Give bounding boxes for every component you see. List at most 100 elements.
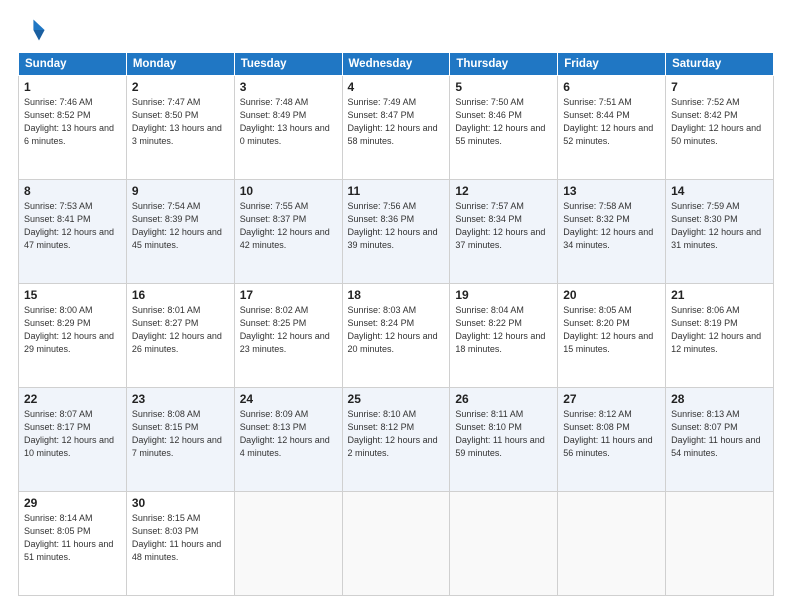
day-cell: 8 Sunrise: 7:53 AMSunset: 8:41 PMDayligh… (19, 180, 127, 284)
day-number: 2 (132, 80, 229, 94)
day-info: Sunrise: 7:55 AMSunset: 8:37 PMDaylight:… (240, 200, 337, 252)
day-info: Sunrise: 8:07 AMSunset: 8:17 PMDaylight:… (24, 408, 121, 460)
day-cell: 12 Sunrise: 7:57 AMSunset: 8:34 PMDaylig… (450, 180, 558, 284)
day-cell: 4 Sunrise: 7:49 AMSunset: 8:47 PMDayligh… (342, 76, 450, 180)
day-number: 11 (348, 184, 445, 198)
day-number: 10 (240, 184, 337, 198)
day-cell: 6 Sunrise: 7:51 AMSunset: 8:44 PMDayligh… (558, 76, 666, 180)
day-cell: 10 Sunrise: 7:55 AMSunset: 8:37 PMDaylig… (234, 180, 342, 284)
page: Sunday Monday Tuesday Wednesday Thursday… (0, 0, 792, 612)
day-cell: 26 Sunrise: 8:11 AMSunset: 8:10 PMDaylig… (450, 388, 558, 492)
day-info: Sunrise: 7:46 AMSunset: 8:52 PMDaylight:… (24, 96, 121, 148)
day-info: Sunrise: 7:56 AMSunset: 8:36 PMDaylight:… (348, 200, 445, 252)
day-number: 24 (240, 392, 337, 406)
day-info: Sunrise: 8:02 AMSunset: 8:25 PMDaylight:… (240, 304, 337, 356)
day-info: Sunrise: 8:01 AMSunset: 8:27 PMDaylight:… (132, 304, 229, 356)
header-row: Sunday Monday Tuesday Wednesday Thursday… (19, 53, 774, 76)
day-info: Sunrise: 8:15 AMSunset: 8:03 PMDaylight:… (132, 512, 229, 564)
logo (18, 16, 50, 44)
day-cell: 11 Sunrise: 7:56 AMSunset: 8:36 PMDaylig… (342, 180, 450, 284)
day-number: 30 (132, 496, 229, 510)
table-row: 15 Sunrise: 8:00 AMSunset: 8:29 PMDaylig… (19, 284, 774, 388)
table-row: 22 Sunrise: 8:07 AMSunset: 8:17 PMDaylig… (19, 388, 774, 492)
day-number: 21 (671, 288, 768, 302)
day-number: 22 (24, 392, 121, 406)
header-friday: Friday (558, 53, 666, 76)
day-info: Sunrise: 7:58 AMSunset: 8:32 PMDaylight:… (563, 200, 660, 252)
calendar-table: Sunday Monday Tuesday Wednesday Thursday… (18, 52, 774, 596)
header-saturday: Saturday (666, 53, 774, 76)
day-number: 15 (24, 288, 121, 302)
day-number: 6 (563, 80, 660, 94)
day-number: 3 (240, 80, 337, 94)
day-number: 9 (132, 184, 229, 198)
day-info: Sunrise: 7:50 AMSunset: 8:46 PMDaylight:… (455, 96, 552, 148)
header-thursday: Thursday (450, 53, 558, 76)
day-number: 7 (671, 80, 768, 94)
day-info: Sunrise: 8:08 AMSunset: 8:15 PMDaylight:… (132, 408, 229, 460)
day-number: 28 (671, 392, 768, 406)
empty-cell (450, 492, 558, 596)
day-cell: 25 Sunrise: 8:10 AMSunset: 8:12 PMDaylig… (342, 388, 450, 492)
logo-icon (18, 16, 46, 44)
header-sunday: Sunday (19, 53, 127, 76)
day-info: Sunrise: 7:49 AMSunset: 8:47 PMDaylight:… (348, 96, 445, 148)
day-number: 26 (455, 392, 552, 406)
empty-cell (558, 492, 666, 596)
day-cell: 20 Sunrise: 8:05 AMSunset: 8:20 PMDaylig… (558, 284, 666, 388)
empty-cell (342, 492, 450, 596)
day-info: Sunrise: 8:11 AMSunset: 8:10 PMDaylight:… (455, 408, 552, 460)
day-number: 17 (240, 288, 337, 302)
day-cell: 13 Sunrise: 7:58 AMSunset: 8:32 PMDaylig… (558, 180, 666, 284)
day-number: 5 (455, 80, 552, 94)
day-info: Sunrise: 8:00 AMSunset: 8:29 PMDaylight:… (24, 304, 121, 356)
day-number: 18 (348, 288, 445, 302)
day-cell: 30 Sunrise: 8:15 AMSunset: 8:03 PMDaylig… (126, 492, 234, 596)
day-info: Sunrise: 8:04 AMSunset: 8:22 PMDaylight:… (455, 304, 552, 356)
day-number: 20 (563, 288, 660, 302)
day-number: 4 (348, 80, 445, 94)
day-info: Sunrise: 7:52 AMSunset: 8:42 PMDaylight:… (671, 96, 768, 148)
day-number: 23 (132, 392, 229, 406)
day-number: 27 (563, 392, 660, 406)
day-cell: 22 Sunrise: 8:07 AMSunset: 8:17 PMDaylig… (19, 388, 127, 492)
day-cell: 15 Sunrise: 8:00 AMSunset: 8:29 PMDaylig… (19, 284, 127, 388)
empty-cell (666, 492, 774, 596)
day-info: Sunrise: 8:12 AMSunset: 8:08 PMDaylight:… (563, 408, 660, 460)
day-number: 19 (455, 288, 552, 302)
day-cell: 2 Sunrise: 7:47 AMSunset: 8:50 PMDayligh… (126, 76, 234, 180)
day-info: Sunrise: 8:09 AMSunset: 8:13 PMDaylight:… (240, 408, 337, 460)
day-number: 16 (132, 288, 229, 302)
header (18, 16, 774, 44)
day-info: Sunrise: 7:51 AMSunset: 8:44 PMDaylight:… (563, 96, 660, 148)
day-info: Sunrise: 8:06 AMSunset: 8:19 PMDaylight:… (671, 304, 768, 356)
day-cell: 1 Sunrise: 7:46 AMSunset: 8:52 PMDayligh… (19, 76, 127, 180)
day-cell: 23 Sunrise: 8:08 AMSunset: 8:15 PMDaylig… (126, 388, 234, 492)
day-number: 25 (348, 392, 445, 406)
day-info: Sunrise: 7:53 AMSunset: 8:41 PMDaylight:… (24, 200, 121, 252)
header-tuesday: Tuesday (234, 53, 342, 76)
day-info: Sunrise: 8:03 AMSunset: 8:24 PMDaylight:… (348, 304, 445, 356)
day-cell: 19 Sunrise: 8:04 AMSunset: 8:22 PMDaylig… (450, 284, 558, 388)
day-cell: 17 Sunrise: 8:02 AMSunset: 8:25 PMDaylig… (234, 284, 342, 388)
header-monday: Monday (126, 53, 234, 76)
day-cell: 29 Sunrise: 8:14 AMSunset: 8:05 PMDaylig… (19, 492, 127, 596)
day-info: Sunrise: 7:47 AMSunset: 8:50 PMDaylight:… (132, 96, 229, 148)
day-cell: 14 Sunrise: 7:59 AMSunset: 8:30 PMDaylig… (666, 180, 774, 284)
day-cell: 16 Sunrise: 8:01 AMSunset: 8:27 PMDaylig… (126, 284, 234, 388)
day-cell: 28 Sunrise: 8:13 AMSunset: 8:07 PMDaylig… (666, 388, 774, 492)
table-row: 8 Sunrise: 7:53 AMSunset: 8:41 PMDayligh… (19, 180, 774, 284)
day-number: 12 (455, 184, 552, 198)
header-wednesday: Wednesday (342, 53, 450, 76)
day-info: Sunrise: 8:05 AMSunset: 8:20 PMDaylight:… (563, 304, 660, 356)
day-number: 13 (563, 184, 660, 198)
day-info: Sunrise: 8:13 AMSunset: 8:07 PMDaylight:… (671, 408, 768, 460)
day-number: 14 (671, 184, 768, 198)
day-number: 1 (24, 80, 121, 94)
day-info: Sunrise: 8:10 AMSunset: 8:12 PMDaylight:… (348, 408, 445, 460)
day-cell: 7 Sunrise: 7:52 AMSunset: 8:42 PMDayligh… (666, 76, 774, 180)
day-cell: 18 Sunrise: 8:03 AMSunset: 8:24 PMDaylig… (342, 284, 450, 388)
day-info: Sunrise: 8:14 AMSunset: 8:05 PMDaylight:… (24, 512, 121, 564)
day-cell: 27 Sunrise: 8:12 AMSunset: 8:08 PMDaylig… (558, 388, 666, 492)
day-info: Sunrise: 7:54 AMSunset: 8:39 PMDaylight:… (132, 200, 229, 252)
